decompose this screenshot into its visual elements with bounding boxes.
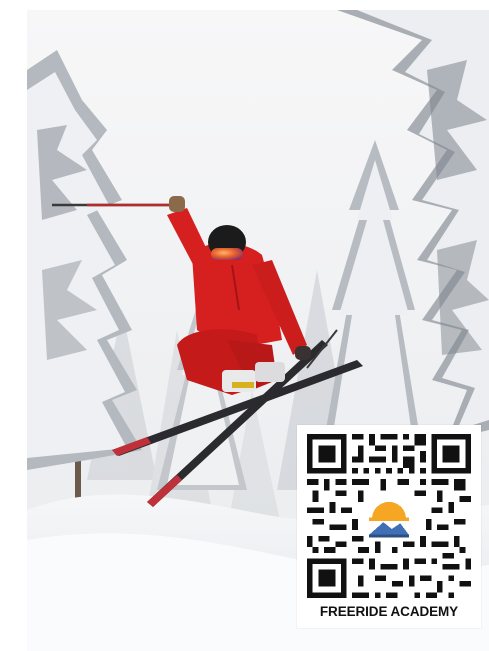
qr-code[interactable] bbox=[307, 434, 471, 598]
qr-finder-top-left bbox=[307, 434, 347, 474]
qr-code-card[interactable]: FREERIDE ACADEMY bbox=[297, 425, 481, 628]
qr-finder-top-right bbox=[431, 434, 471, 474]
qr-caption: FREERIDE ACADEMY bbox=[319, 604, 459, 619]
sun-over-mountain-icon bbox=[363, 490, 415, 542]
qr-finder-bottom-left bbox=[307, 558, 347, 598]
